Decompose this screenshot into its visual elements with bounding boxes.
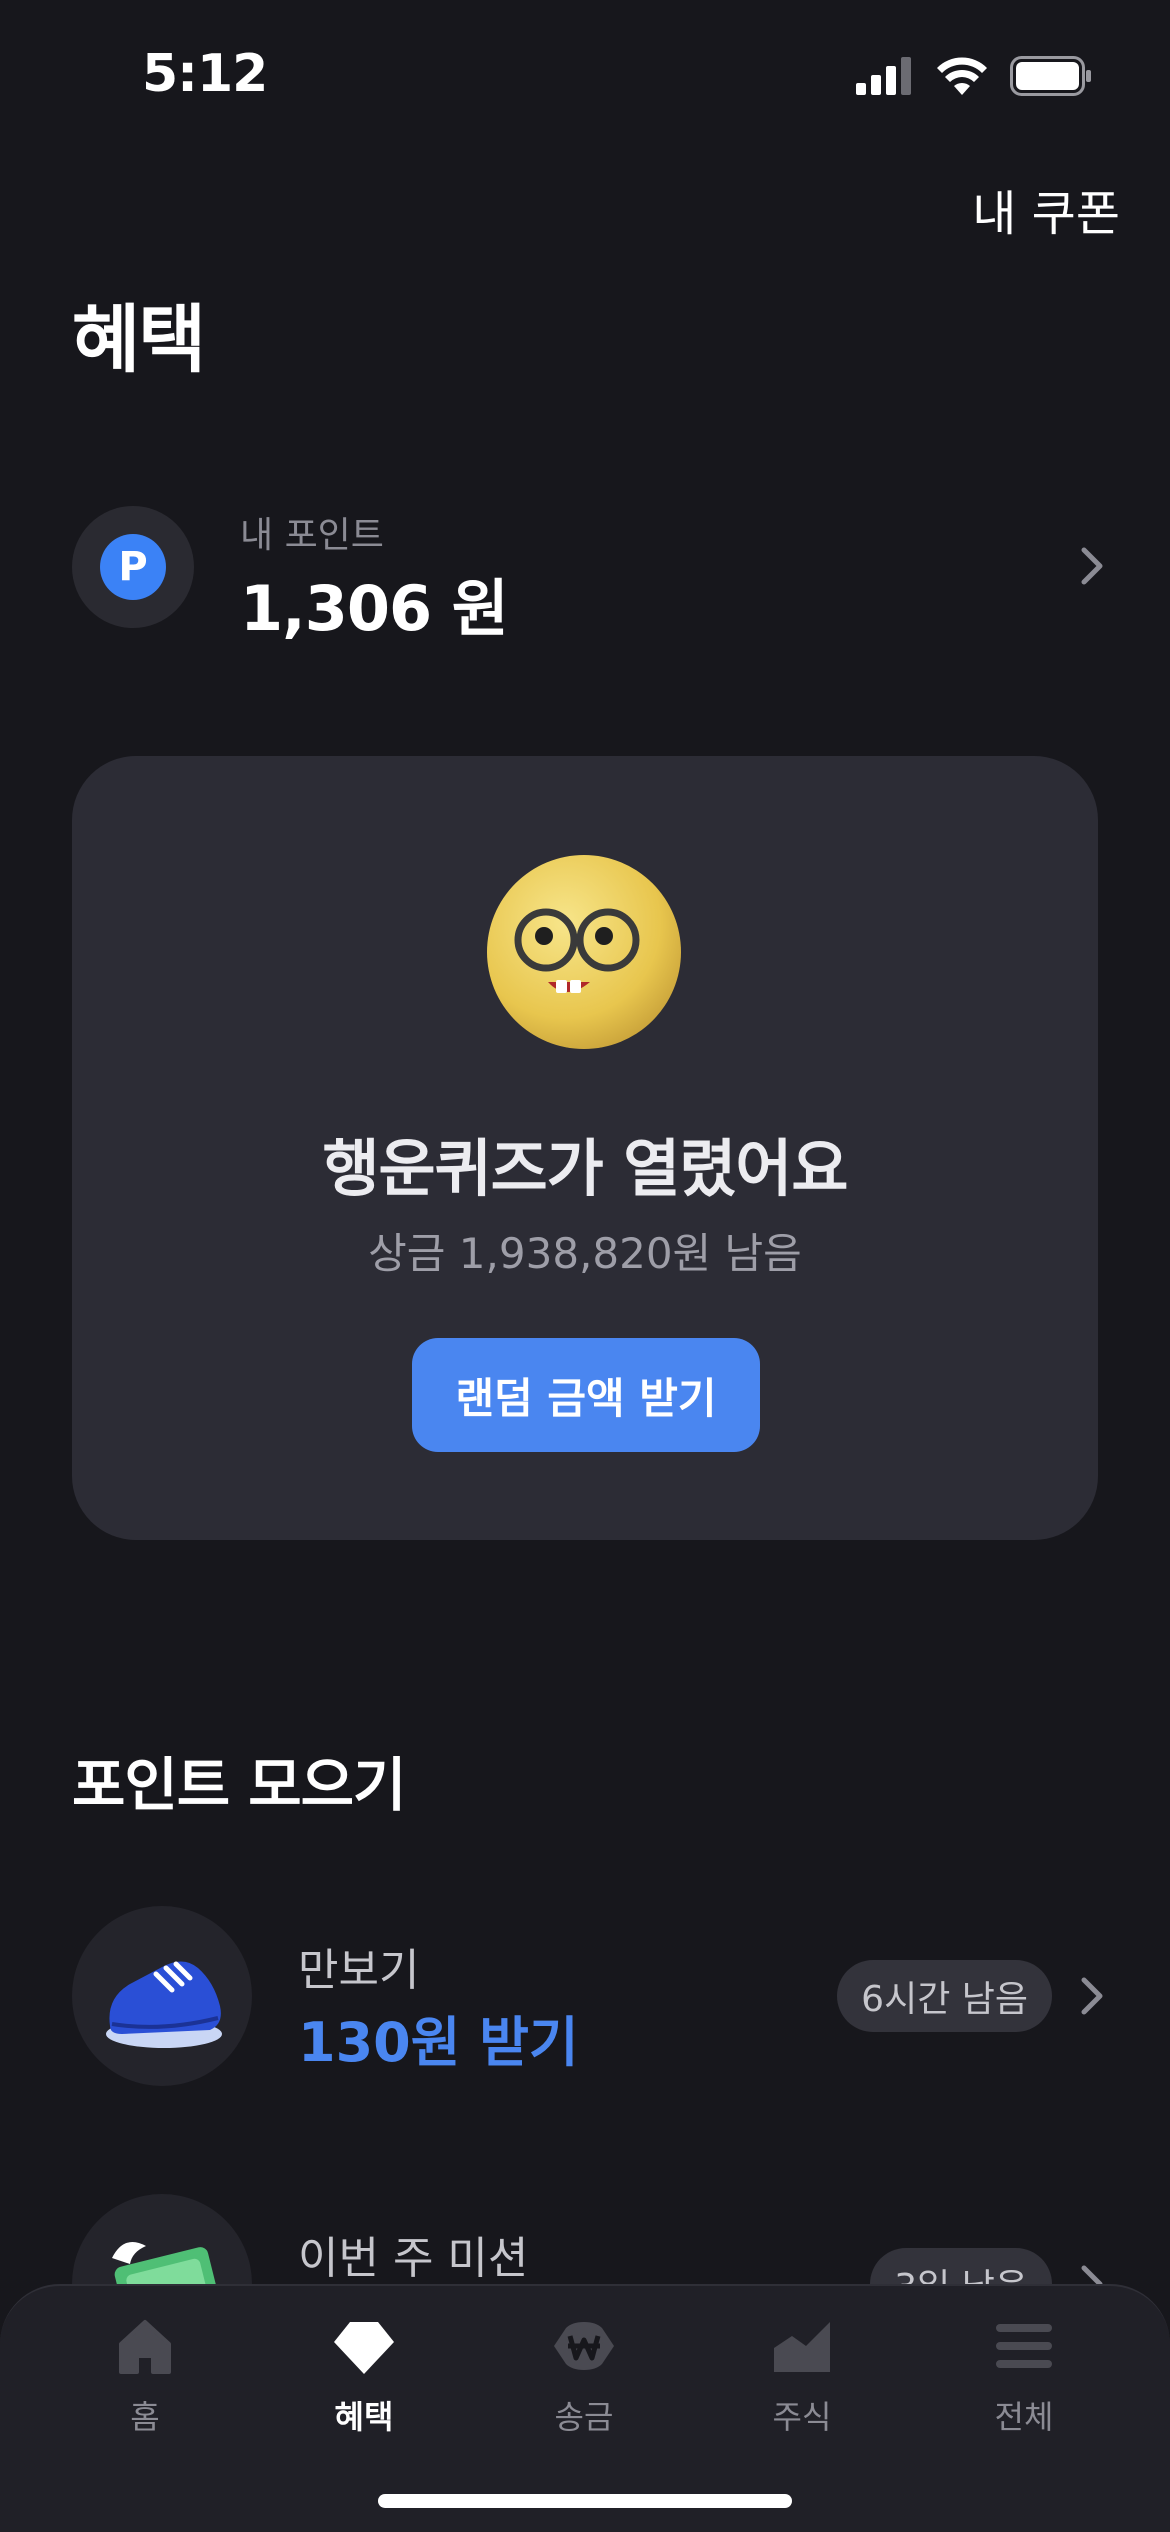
points-icon: P [72,506,194,628]
nerd-face-icon [487,855,681,1049]
tab-stocks[interactable]: 주식 [722,2314,882,2454]
tab-benefits[interactable]: 혜택 [284,2314,444,2454]
tab-label: 홈 [130,2398,160,2436]
random-amount-button[interactable]: 랜덤 금액 받기 [412,1338,760,1452]
quiz-title: 행운퀴즈가 열렸어요 [322,1132,849,1205]
item-label: 만보기 [298,1945,420,1996]
points-letter: P [100,534,166,600]
tab-all[interactable]: 전체 [944,2314,1104,2454]
stock-chart-icon [774,2322,830,2372]
home-icon [119,2320,171,2374]
home-indicator [378,2494,792,2508]
my-points-row[interactable]: P 내 포인트 1,306 원 [72,506,1112,645]
cellular-signal-icon [856,57,911,95]
chevron-right-icon [1081,1977,1103,2015]
tab-label: 주식 [772,2398,832,2436]
item-reward: 130원 받기 [298,2011,579,2074]
page-title: 혜택 [72,297,206,383]
status-icons [856,56,1092,96]
points-label: 내 포인트 [240,515,384,556]
menu-icon [996,2324,1052,2368]
item-label: 이번 주 미션 [298,2233,529,2284]
quiz-prize-remaining: 상금 1,938,820원 남음 [368,1229,802,1278]
won-icon [554,2322,614,2370]
time-remaining-badge: 6시간 남음 [837,1960,1052,2032]
status-time: 5:12 [142,44,268,104]
chevron-right-icon [1081,547,1103,585]
tab-transfer[interactable]: 송금 [504,2314,664,2454]
points-value: 1,306 원 [240,572,509,645]
tab-label: 송금 [554,2398,614,2436]
list-item-pedometer[interactable]: 만보기 130원 받기 6시간 남음 [72,1906,1112,2086]
lucky-quiz-card[interactable]: 행운퀴즈가 열렸어요 상금 1,938,820원 남음 랜덤 금액 받기 [72,756,1098,1540]
my-coupon-link[interactable]: 내 쿠폰 [972,174,1120,244]
section-title: 포인트 모으기 [72,1751,406,1819]
tab-home[interactable]: 홈 [65,2314,225,2454]
diamond-icon [334,2322,394,2374]
tab-label: 전체 [994,2398,1054,2436]
wifi-icon [937,57,987,95]
battery-icon [1010,56,1091,96]
sneaker-icon [72,1906,252,2086]
tab-label: 혜택 [334,2398,394,2436]
